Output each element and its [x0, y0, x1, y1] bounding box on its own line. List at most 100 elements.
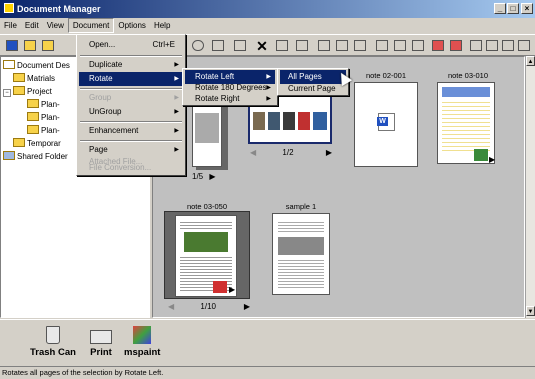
rotate-submenu: Rotate Left ▶ Rotate 180 Degrees ▶ Rotate … [182, 68, 278, 106]
folder-icon [27, 99, 39, 108]
tree-item-shared-folder[interactable]: Shared Folder [3, 150, 68, 163]
document-menu: Open... Ctrl+E Duplicate ▶ Rotate ▶ Group ▶ … [76, 34, 186, 176]
document-thumbnail[interactable] [437, 82, 495, 164]
menu-separator [80, 121, 182, 123]
print-icon[interactable] [374, 38, 390, 54]
scroll-down-arrow-icon[interactable]: ▼ [526, 306, 535, 316]
text-lines [278, 220, 324, 234]
folder-icon [13, 138, 25, 147]
submenu-arrow-icon: ▶ [174, 109, 179, 115]
menu-item-ungroup[interactable]: UnGroup ▶ [79, 105, 183, 119]
submenu-arrow-icon: ▶ [174, 76, 179, 82]
minimize-button[interactable]: _ [494, 3, 506, 14]
list-view-icon[interactable] [210, 38, 226, 54]
scroll-up-arrow-icon[interactable]: ▲ [526, 56, 535, 66]
document-caption: sample 1 [285, 202, 317, 211]
rotate-left-submenu: All Pages Current Page [277, 68, 349, 96]
menu-edit[interactable]: Edit [21, 18, 43, 34]
page-first-icon[interactable] [316, 38, 332, 54]
tree-item-plan-1[interactable]: Plan- [27, 98, 60, 111]
submenu-arrow-icon: ▶ [174, 62, 179, 68]
maximize-button[interactable]: □ [507, 3, 519, 14]
submenu-arrow-icon: ▶ [266, 96, 271, 102]
scan-icon[interactable] [410, 38, 426, 54]
trash-can-button[interactable]: Trash Can [30, 326, 76, 358]
annotate-icon[interactable] [500, 38, 516, 54]
printer-icon [90, 330, 112, 344]
thumbnail-view-icon[interactable] [232, 38, 248, 54]
vertical-scrollbar[interactable]: ▲ ▼ [525, 56, 535, 318]
table-body [442, 99, 490, 151]
tree-item-temporary[interactable]: Temporar [13, 137, 61, 150]
document-pager: ◀ 1/2 ▶ [250, 148, 332, 157]
menu-item-duplicate[interactable]: Duplicate ▶ [79, 58, 183, 72]
page-next-icon[interactable] [352, 38, 368, 54]
paint-icon [133, 326, 152, 344]
export-icon[interactable] [448, 38, 464, 54]
folder-icon[interactable] [40, 38, 56, 54]
copy-icon[interactable] [274, 38, 290, 54]
menu-help[interactable]: Help [150, 18, 174, 34]
menu-options[interactable]: Options [114, 18, 150, 34]
document-caption: note 02-001 [365, 71, 407, 80]
menu-item-rotate[interactable]: Rotate ▶ [79, 72, 183, 86]
word-file-icon: W [377, 113, 395, 131]
fax-icon[interactable] [392, 38, 408, 54]
close-button[interactable]: × [521, 3, 533, 14]
menu-file[interactable]: File [0, 18, 21, 34]
window-title: Document Manager [17, 4, 101, 14]
photo-4 [298, 112, 310, 130]
tree-item-plan-3[interactable]: Plan- [27, 124, 60, 137]
menu-item-rotate-right[interactable]: Rotate Right ▶ [185, 92, 275, 106]
app-icon [4, 3, 14, 13]
menu-item-current-page[interactable]: Current Page [280, 82, 346, 96]
next-page-arrow-icon[interactable]: ▶ [209, 172, 215, 181]
page-prev-icon[interactable] [334, 38, 350, 54]
document-caption: note 03-050 [186, 202, 228, 211]
photo-5 [313, 112, 327, 130]
prev-page-arrow-icon[interactable]: ◀ [250, 148, 256, 157]
tree-item-document-desk[interactable]: Document Des [3, 59, 70, 72]
submenu-arrow-icon: ▶ [174, 95, 179, 101]
photo-1 [253, 112, 265, 130]
document-thumbnail[interactable] [175, 215, 237, 297]
document-pager: ◀ 1/10 ▶ [168, 302, 250, 311]
print-button[interactable]: Print [90, 326, 112, 358]
rotate-icon[interactable] [468, 38, 484, 54]
status-bar: Rotates all pages of the selection by Ro… [0, 366, 535, 378]
pen-icon[interactable] [484, 38, 500, 54]
document-thumbnail[interactable]: W [354, 82, 418, 167]
folder-icon [13, 86, 25, 95]
delete-icon[interactable]: ✕ [254, 38, 270, 54]
next-page-arrow-icon[interactable]: ▶ [326, 148, 332, 157]
photo [278, 237, 324, 255]
paste-icon[interactable] [294, 38, 310, 54]
next-page-arrow-icon[interactable]: ▶ [244, 302, 250, 311]
zoom-icon[interactable] [190, 38, 206, 54]
lock-icon[interactable] [516, 38, 532, 54]
title-bar: Document Manager [0, 0, 535, 18]
tree-item-project[interactable]: − Project [3, 85, 52, 98]
menu-item-file-conversion: File Conversion... [89, 163, 152, 172]
new-icon[interactable] [4, 38, 20, 54]
photo [184, 232, 228, 252]
mspaint-button[interactable]: mspaint [124, 326, 160, 358]
tree-item-matrials[interactable]: Matrials [13, 72, 55, 85]
open-folder-icon[interactable] [22, 38, 38, 54]
folder-icon [27, 125, 39, 134]
menu-view[interactable]: View [43, 18, 68, 34]
next-page-arrow-icon[interactable]: ▶ [489, 155, 495, 164]
convert-icon[interactable] [430, 38, 446, 54]
folder-icon [13, 73, 25, 82]
document-thumbnail[interactable] [272, 213, 330, 295]
prev-page-arrow-icon[interactable]: ◀ [168, 302, 174, 311]
collapse-icon[interactable]: − [3, 89, 11, 97]
menu-item-open[interactable]: Open... Ctrl+E [79, 38, 183, 52]
table-header [442, 87, 490, 97]
next-page-arrow-icon[interactable]: ▶ [229, 285, 235, 294]
menu-document[interactable]: Document [67, 18, 115, 33]
excel-file-icon [474, 149, 488, 161]
pdf-file-icon [213, 281, 227, 293]
tree-item-plan-2[interactable]: Plan- [27, 111, 60, 124]
menu-item-enhancement[interactable]: Enhancement ▶ [79, 124, 183, 138]
